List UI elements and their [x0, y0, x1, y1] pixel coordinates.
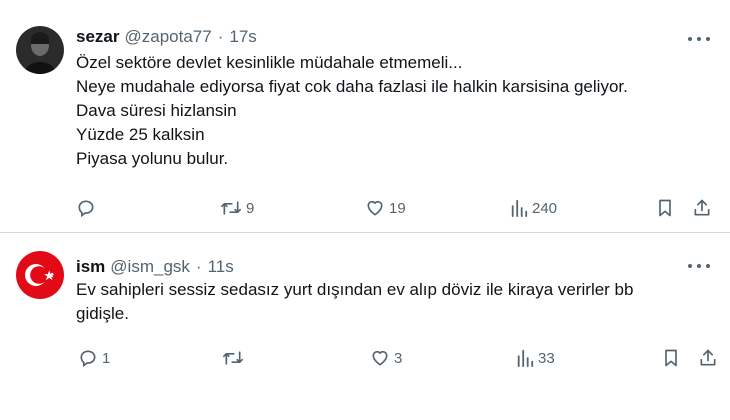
tweet-header: ism @ism_gsk · 11s [76, 257, 234, 277]
retweet-button[interactable] [222, 348, 248, 368]
display-name[interactable]: ism [76, 257, 105, 277]
reply-button[interactable]: 1 [78, 348, 110, 368]
more-dots-icon [688, 37, 692, 41]
share-button[interactable] [692, 198, 712, 218]
more-dots-icon [697, 37, 701, 41]
views-chart-icon [517, 349, 534, 367]
reply-icon [80, 350, 96, 368]
avatar[interactable] [16, 26, 64, 74]
tweet-text-line: Ev sahipleri sessiz sedasız yurt dışında… [76, 280, 634, 299]
more-dots-icon [706, 264, 710, 268]
bookmark-button[interactable] [655, 198, 675, 218]
bookmark-icon [659, 199, 671, 217]
tweet[interactable]: ism @ism_gsk · 11s Ev sahipleri sessiz s… [0, 233, 730, 420]
more-dots-icon [688, 264, 692, 268]
heart-icon [372, 350, 388, 366]
views-chart-icon [511, 199, 528, 217]
views-count: 33 [538, 349, 555, 367]
heart-icon [367, 200, 383, 216]
separator: · [217, 27, 224, 46]
bookmark-icon [665, 349, 677, 367]
user-handle[interactable]: @ism_gsk [110, 257, 190, 277]
timestamp[interactable]: 17s [229, 27, 256, 47]
more-options-button[interactable] [688, 35, 710, 43]
tweet-text: Ev sahipleri sessiz sedasız yurt dışında… [76, 278, 636, 326]
retweet-count: 9 [246, 199, 255, 217]
share-icon [700, 349, 716, 366]
timestamp[interactable]: 11s [208, 257, 234, 277]
more-dots-icon [706, 37, 710, 41]
tweet-text-line: Neye mudahale ediyorsa fiyat cok daha fa… [76, 77, 628, 96]
views-button[interactable]: 33 [516, 348, 555, 368]
tweet-text-line: gidişle. [76, 304, 129, 323]
tweet-text-line: Dava süresi hizlansin [76, 101, 237, 120]
like-count: 3 [394, 349, 403, 367]
retweet-icon [222, 351, 243, 365]
tweet[interactable]: sezar @zapota77 · 17s Özel sektöre devle… [0, 0, 730, 232]
user-handle[interactable]: @zapota77 [124, 27, 211, 47]
separator: · [195, 257, 202, 276]
like-button[interactable]: 19 [365, 198, 406, 218]
views-button[interactable]: 240 [510, 198, 557, 218]
like-button[interactable]: 3 [370, 348, 402, 368]
more-dots-icon [697, 264, 701, 268]
avatar[interactable] [16, 251, 64, 299]
share-button[interactable] [698, 348, 718, 368]
more-options-button[interactable] [688, 262, 710, 270]
like-count: 19 [389, 199, 406, 217]
display-name[interactable]: sezar [76, 27, 119, 47]
tweet-text-line: Piyasa yolunu bulur. [76, 149, 229, 168]
reply-count: 1 [102, 349, 111, 367]
tweet-text-line: Özel sektöre devlet kesinlikle müdahale … [76, 53, 463, 72]
tweet-text: Özel sektöre devlet kesinlikle müdahale … [76, 51, 628, 171]
views-count: 240 [532, 199, 558, 217]
retweet-button[interactable]: 9 [220, 198, 254, 218]
share-icon [694, 199, 710, 216]
bookmark-button[interactable] [661, 348, 681, 368]
tweet-header: sezar @zapota77 · 17s [76, 27, 257, 47]
retweet-icon [220, 201, 241, 215]
tweet-text-line: Yüzde 25 kalksin [76, 125, 205, 144]
reply-button[interactable] [76, 198, 100, 218]
reply-icon [78, 200, 94, 218]
